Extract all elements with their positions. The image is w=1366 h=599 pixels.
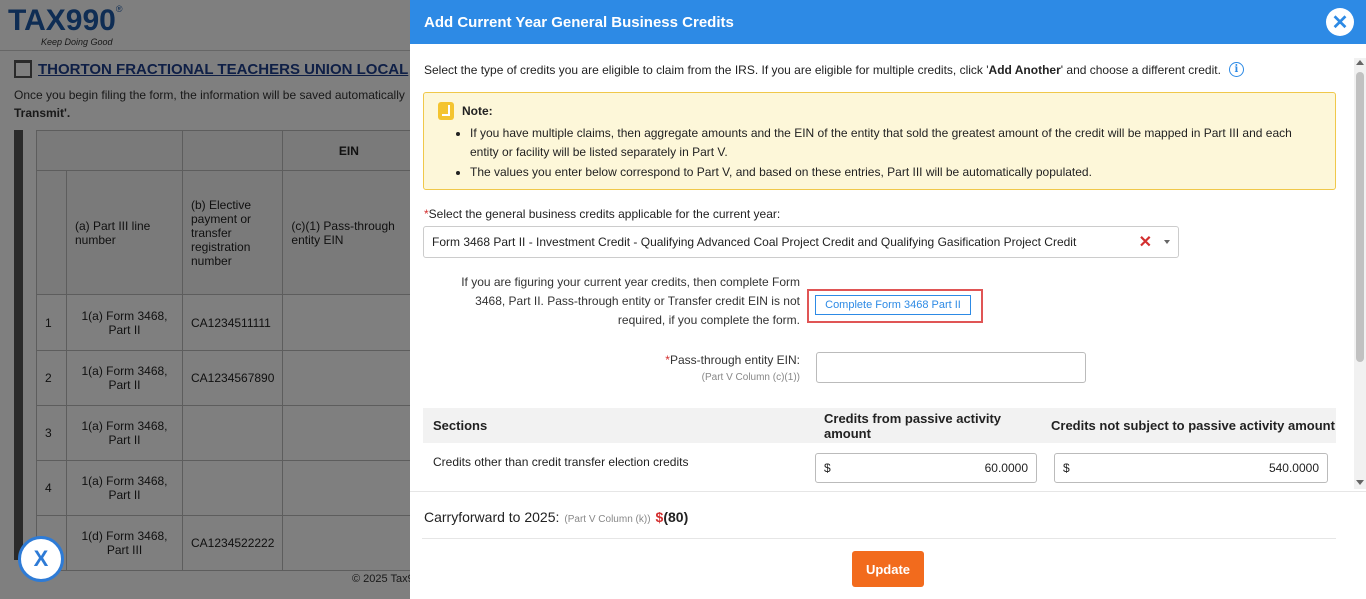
footer-divider (422, 538, 1336, 539)
credit-type-select[interactable]: Form 3468 Part II - Investment Credit - … (423, 226, 1179, 258)
scroll-down-icon[interactable] (1356, 480, 1364, 485)
table-row: Credits other than credit transfer elect… (423, 443, 1336, 483)
modal-scrollbar[interactable] (1354, 58, 1366, 489)
sections-table: Sections Credits from passive activity a… (423, 408, 1336, 483)
carryforward-value: $(80) (655, 509, 689, 525)
chevron-down-icon[interactable] (1164, 240, 1170, 244)
note-item: If you have multiple claims, then aggreg… (470, 124, 1321, 162)
chat-support-button[interactable]: X (18, 536, 64, 582)
note-box: Note: If you have multiple claims, then … (423, 92, 1336, 190)
passive-amount-input[interactable]: $ 60.0000 (815, 453, 1037, 483)
ein-label: *Pass-through entity EIN: (Part V Column… (665, 353, 800, 383)
carryforward-row: Carryforward to 2025: (Part V Column (k)… (424, 509, 689, 525)
chat-icon: X (33, 546, 49, 571)
modal-body: Select the type of credits you are eligi… (410, 44, 1366, 491)
non-passive-amount-input[interactable]: $ 540.0000 (1054, 453, 1328, 483)
modal-footer: Carryforward to 2025: (Part V Column (k)… (410, 491, 1366, 599)
complete-form-3468-button[interactable]: Complete Form 3468 Part II (815, 295, 971, 315)
figure-credits-text: If you are figuring your current year cr… (461, 275, 800, 327)
close-icon[interactable]: ✕ (1326, 8, 1354, 36)
update-button[interactable]: Update (852, 551, 924, 587)
note-title: Note: (462, 104, 493, 118)
note-item: The values you enter below correspond to… (470, 163, 1321, 182)
sections-header: Sections Credits from passive activity a… (423, 408, 1336, 443)
pass-through-ein-input[interactable] (816, 352, 1086, 383)
credit-select-value: Form 3468 Part II - Investment Credit - … (432, 235, 1077, 249)
modal-title: Add Current Year General Business Credit… (424, 13, 734, 31)
scroll-thumb[interactable] (1356, 72, 1364, 362)
credit-select-label: *Select the general business credits app… (424, 207, 781, 221)
scroll-up-icon[interactable] (1356, 60, 1364, 65)
modal-header: Add Current Year General Business Credit… (410, 0, 1366, 44)
clear-selection-icon[interactable]: ✕ (1139, 232, 1152, 252)
note-icon (438, 102, 454, 120)
info-icon[interactable]: i (1228, 62, 1244, 77)
modal-backdrop[interactable] (0, 0, 410, 599)
add-credits-modal: Add Current Year General Business Credit… (410, 0, 1366, 599)
intro-text: Select the type of credits you are eligi… (424, 62, 1244, 77)
